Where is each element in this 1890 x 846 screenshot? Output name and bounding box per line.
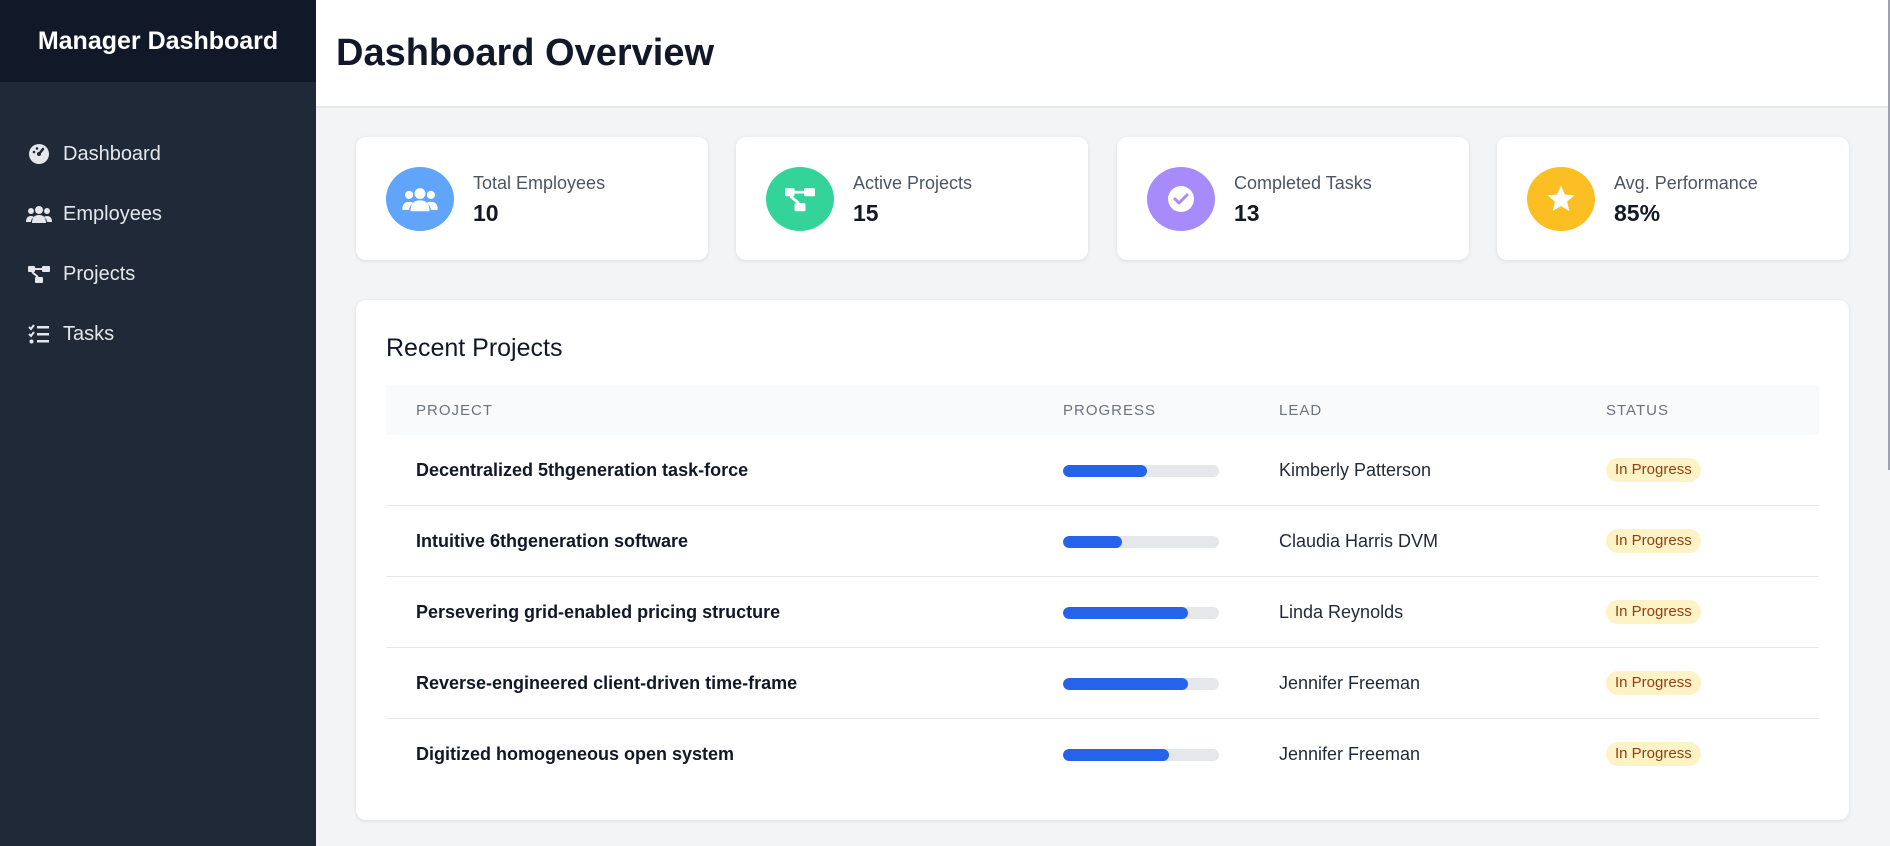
column-header-progress: PROGRESS: [1063, 402, 1157, 419]
table-header: PROJECT PROGRESS LEAD STATUS: [386, 385, 1819, 435]
column-header-project: PROJECT: [416, 402, 494, 419]
stat-label: Active Projects: [853, 173, 973, 193]
column-header-lead: LEAD: [1279, 402, 1323, 419]
table-row[interactable]: Digitized homogeneous open system Jennif…: [386, 719, 1819, 790]
project-diagram-icon: [766, 167, 834, 231]
stat-label: Avg. Performance: [1614, 173, 1758, 193]
brand-title: Manager Dashboard: [37, 26, 279, 55]
stat-label: Total Employees: [473, 173, 606, 193]
project-name: Decentralized 5thgeneration task-force: [416, 460, 749, 480]
stat-value: 13: [1234, 200, 1260, 226]
stat-card-completed-tasks: Completed Tasks 13: [1117, 137, 1469, 260]
column-header-status: STATUS: [1606, 402, 1669, 419]
users-icon: [25, 200, 53, 228]
status-badge: In Progress: [1606, 529, 1701, 553]
sidebar-item-tasks[interactable]: Tasks: [0, 304, 316, 364]
sidebar-item-label: Dashboard: [63, 142, 161, 165]
panel-title: Recent Projects: [386, 334, 563, 362]
progress-fill: [1063, 607, 1188, 619]
projects-table: PROJECT PROGRESS LEAD STATUS Decentraliz…: [386, 385, 1819, 790]
check-circle-icon: [1147, 167, 1215, 231]
status-badge: In Progress: [1606, 600, 1701, 624]
header: Dashboard Overview: [316, 0, 1888, 108]
table-row[interactable]: Reverse-engineered client-driven time-fr…: [386, 648, 1819, 719]
stat-value: 85%: [1614, 200, 1661, 226]
sidebar-item-projects[interactable]: Projects: [0, 244, 316, 304]
progress-bar: [1063, 678, 1219, 690]
sidebar-item-label: Projects: [63, 262, 136, 285]
page-title: Dashboard Overview: [336, 32, 715, 74]
users-icon: [386, 167, 454, 231]
progress-fill: [1063, 536, 1123, 548]
progress-fill: [1063, 749, 1170, 761]
progress-bar: [1063, 465, 1219, 477]
project-lead: Linda Reynolds: [1279, 602, 1404, 622]
table-row[interactable]: Decentralized 5thgeneration task-force K…: [386, 435, 1819, 506]
progress-fill: [1063, 465, 1148, 477]
project-name: Intuitive 6thgeneration software: [416, 531, 689, 551]
project-lead: Jennifer Freeman: [1279, 673, 1421, 693]
sidebar-item-employees[interactable]: Employees: [0, 184, 316, 244]
sidebar-nav: Dashboard Employees Projects Tasks: [0, 82, 316, 364]
status-badge: In Progress: [1606, 742, 1701, 766]
progress-bar: [1063, 607, 1219, 619]
status-badge: In Progress: [1606, 458, 1701, 482]
table-row[interactable]: Intuitive 6thgeneration software Claudia…: [386, 506, 1819, 577]
stat-card-avg-performance: Avg. Performance 85%: [1497, 137, 1849, 260]
project-lead: Jennifer Freeman: [1279, 744, 1421, 764]
stat-value: 10: [473, 200, 499, 226]
table-row[interactable]: Persevering grid-enabled pricing structu…: [386, 577, 1819, 648]
progress-fill: [1063, 678, 1188, 690]
sidebar-item-label: Tasks: [63, 322, 115, 345]
project-name: Digitized homogeneous open system: [416, 744, 735, 764]
progress-bar: [1063, 749, 1219, 761]
project-name: Persevering grid-enabled pricing structu…: [416, 602, 781, 622]
project-lead: Kimberly Patterson: [1279, 460, 1432, 480]
project-lead: Claudia Harris DVM: [1279, 531, 1439, 551]
sidebar-brand: Manager Dashboard: [0, 0, 316, 82]
project-diagram-icon: [25, 260, 53, 288]
stat-card-total-employees: Total Employees 10: [356, 137, 708, 260]
recent-projects-panel: Recent Projects PROJECT PROGRESS LEAD ST…: [356, 300, 1849, 820]
project-name: Reverse-engineered client-driven time-fr…: [416, 673, 798, 693]
stat-card-active-projects: Active Projects 15: [736, 137, 1088, 260]
stat-value: 15: [853, 200, 879, 226]
stats-row: Total Employees 10 Active Projects 15 Co…: [356, 137, 1849, 260]
sidebar: Manager Dashboard Dashboard Employees Pr…: [0, 0, 316, 846]
sidebar-item-dashboard[interactable]: Dashboard: [0, 124, 316, 184]
tasks-icon: [25, 320, 53, 348]
star-icon: [1527, 167, 1595, 231]
sidebar-item-label: Employees: [63, 202, 162, 225]
stat-label: Completed Tasks: [1234, 173, 1372, 193]
status-badge: In Progress: [1606, 671, 1701, 695]
dashboard-icon: [25, 140, 53, 168]
progress-bar: [1063, 536, 1219, 548]
